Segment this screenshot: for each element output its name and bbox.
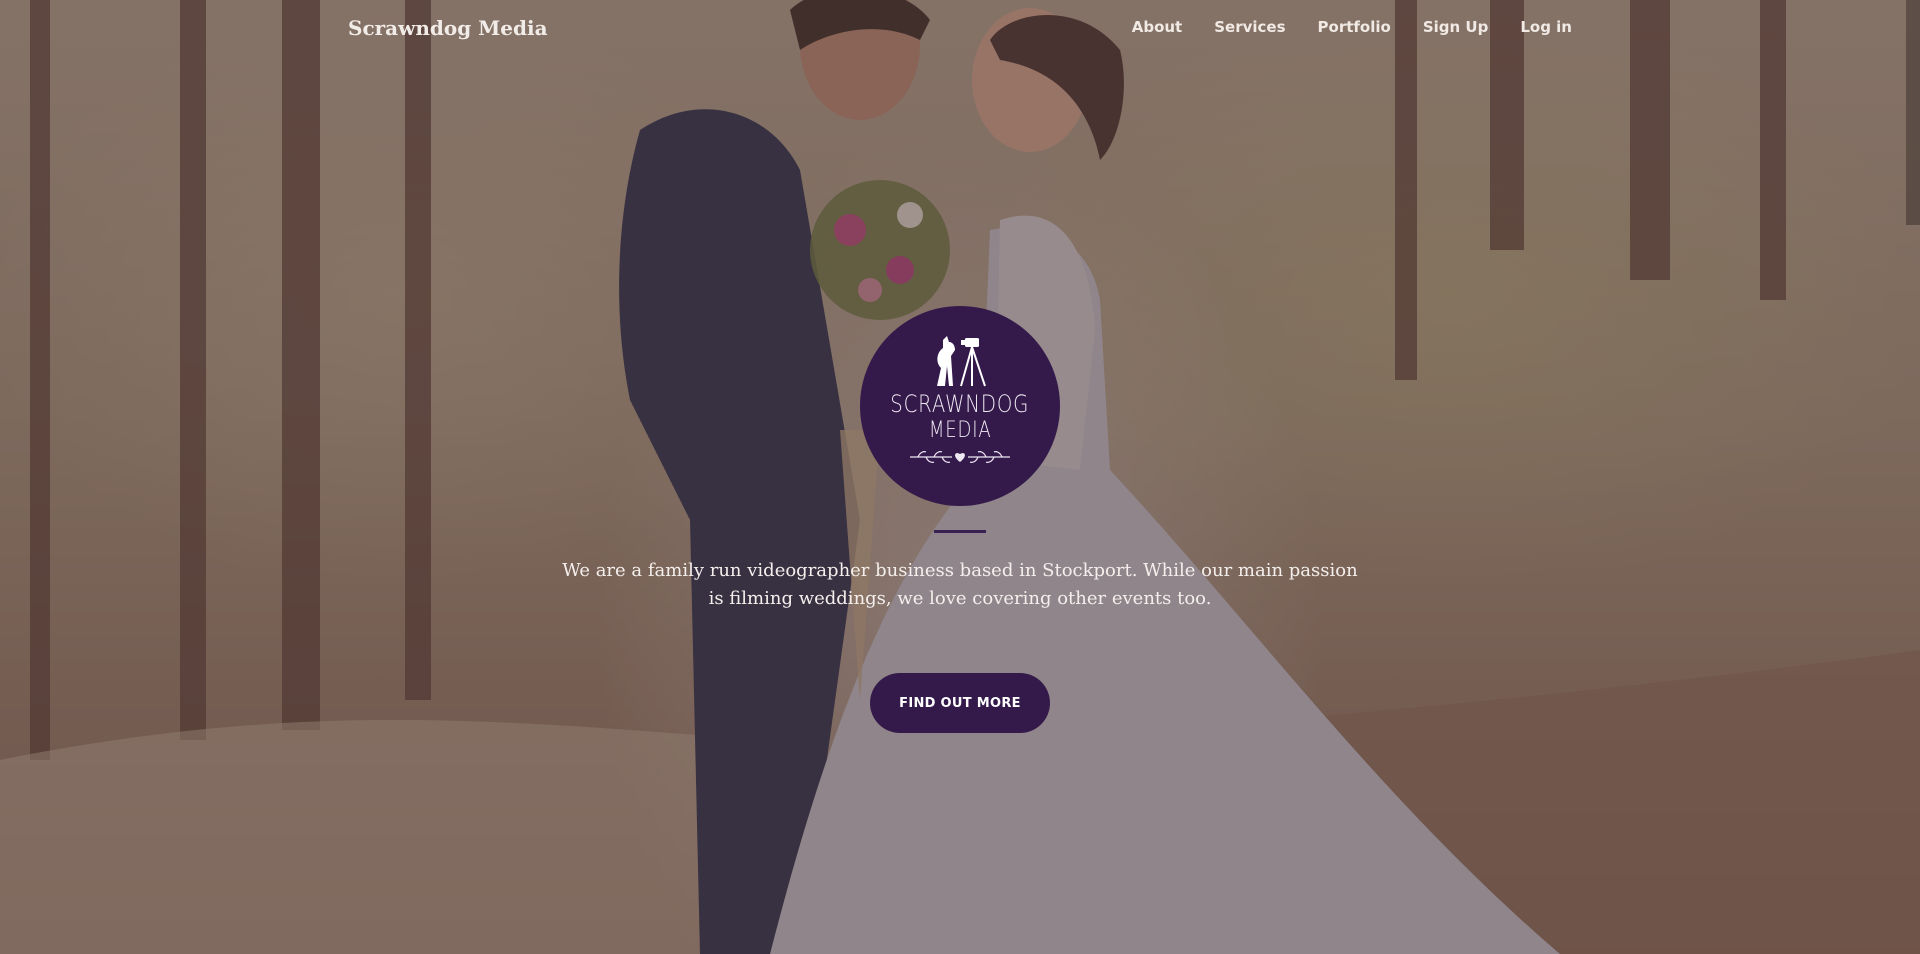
nav-link-about[interactable]: About <box>1132 18 1183 36</box>
logo-text-media: MEDIA <box>928 418 992 443</box>
brand-link[interactable]: Scrawndog Media <box>348 16 548 40</box>
logo-text-scrawndog: SCRAWNDOG <box>890 390 1030 418</box>
nav-link-services[interactable]: Services <box>1214 18 1285 36</box>
logo-badge: SCRAWNDOG MEDIA <box>860 306 1060 506</box>
nav-links: About Services Portfolio Sign Up Log in <box>1132 18 1572 36</box>
divider <box>934 530 986 533</box>
nav-link-sign-up[interactable]: Sign Up <box>1423 18 1489 36</box>
page: Scrawndog Media About Services Portfolio… <box>0 0 1920 954</box>
hero-content: SCRAWNDOG MEDIA We are a family run vide… <box>0 306 1920 733</box>
dog-camera-tripod-icon <box>937 336 986 387</box>
find-out-more-button[interactable]: FIND OUT MORE <box>870 673 1050 733</box>
navbar: Scrawndog Media About Services Portfolio… <box>0 0 1920 58</box>
nav-link-log-in[interactable]: Log in <box>1520 18 1572 36</box>
nav-link-portfolio[interactable]: Portfolio <box>1318 18 1391 36</box>
laurel-heart-icon <box>910 451 1010 463</box>
hero-tagline: We are a family run videographer busines… <box>562 560 1358 609</box>
